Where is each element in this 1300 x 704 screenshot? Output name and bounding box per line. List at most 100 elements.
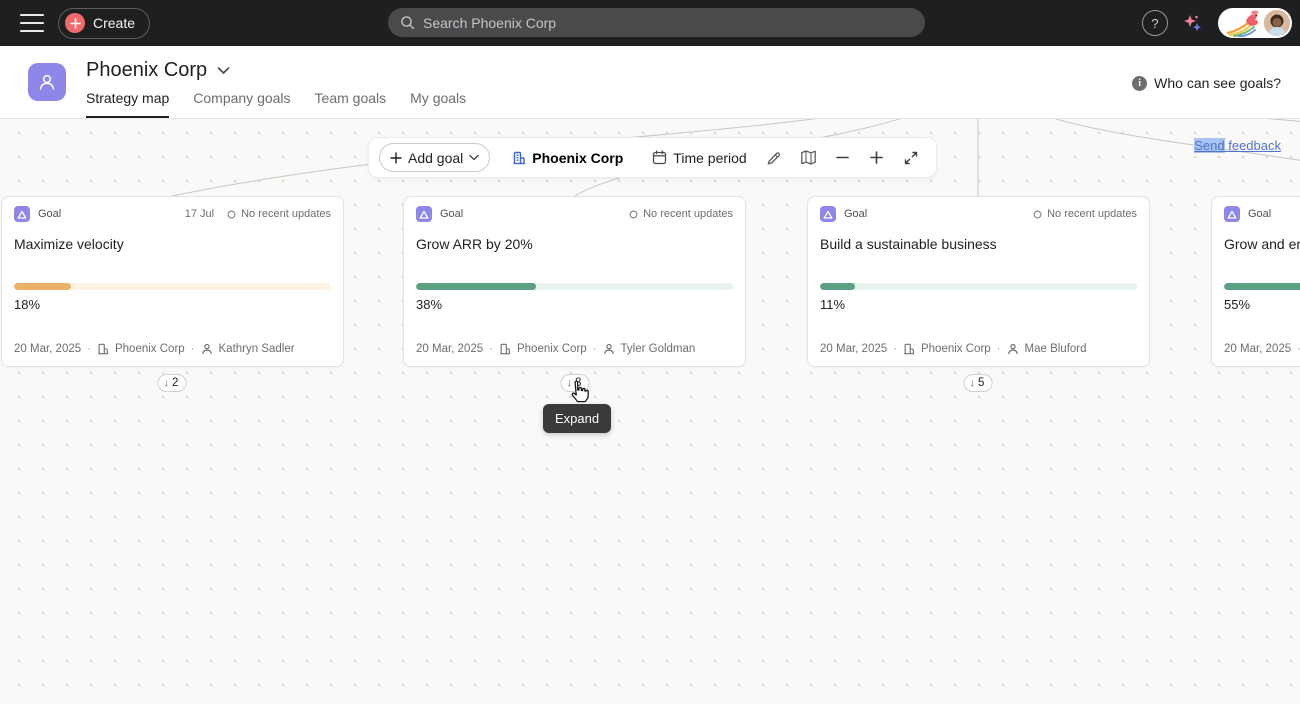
page-header: Phoenix Corp Strategy map Company goals …	[0, 46, 1300, 119]
goal-owner-label: Mae Bluford	[1025, 343, 1087, 355]
workspace-avatar-icon[interactable]	[28, 63, 66, 101]
goal-badge-label: Goal	[844, 208, 867, 220]
top-bar: Create Search Phoenix Corp ?	[0, 0, 1300, 46]
goal-start-date: 20 Mar, 2025	[14, 343, 81, 355]
tab-my-goals[interactable]: My goals	[410, 90, 466, 118]
goal-badge-label: Goal	[440, 208, 463, 220]
account-avatar-button[interactable]	[1218, 8, 1292, 38]
expand-children-button[interactable]: ↓8	[561, 374, 590, 392]
create-button[interactable]: Create	[58, 8, 150, 39]
search-input[interactable]: Search Phoenix Corp	[388, 8, 925, 37]
goal-card-header: Goal	[1224, 206, 1300, 222]
goal-title: Build a sustainable business	[820, 236, 997, 252]
owner-icon	[201, 343, 213, 355]
goal-owner-label: Kathryn Sadler	[219, 343, 295, 355]
goal-progress-bar	[820, 283, 1137, 290]
add-goal-label: Add goal	[408, 150, 463, 166]
zoom-in-button[interactable]	[862, 143, 892, 172]
expand-children-button[interactable]: ↓5	[964, 374, 993, 392]
goal-start-date: 20 Mar, 2025	[820, 343, 887, 355]
workspace-title-dropdown[interactable]: Phoenix Corp	[86, 59, 230, 82]
dot-separator: ·	[593, 343, 597, 355]
goal-card[interactable]: Goal Grow and enga 55% 20 Mar, 2025 · ·	[1211, 196, 1300, 367]
dot-separator: ·	[191, 343, 195, 355]
dot-separator: ·	[489, 343, 493, 355]
goal-card-header: Goal No recent updates	[820, 206, 1137, 222]
goal-badge-label: Goal	[1248, 208, 1271, 220]
goal-progress-fill	[14, 283, 71, 290]
goal-status-label: No recent updates	[1047, 208, 1137, 220]
tab-strategy-map[interactable]: Strategy map	[86, 90, 169, 118]
goal-badge-icon	[820, 206, 836, 222]
arrow-down-icon: ↓	[164, 378, 170, 389]
send-feedback-rest: feedback	[1225, 138, 1281, 153]
hamburger-menu-icon[interactable]	[20, 13, 44, 33]
expand-arrows-icon	[903, 150, 919, 166]
goal-progress-percent: 11%	[820, 297, 845, 312]
expand-tooltip: Expand	[543, 404, 611, 433]
tab-team-goals[interactable]: Team goals	[315, 90, 387, 118]
who-can-see-label: Who can see goals?	[1154, 75, 1281, 91]
status-circle-icon	[1033, 210, 1042, 219]
goal-status-label: No recent updates	[241, 208, 331, 220]
arrow-down-icon: ↓	[567, 378, 573, 389]
time-period-label: Time period	[673, 150, 746, 166]
goal-badge-label: Goal	[38, 208, 61, 220]
help-button[interactable]: ?	[1142, 10, 1168, 36]
goal-card-footer: 20 Mar, 2025 · Phoenix Corp · Tyler Gold…	[416, 343, 695, 355]
help-label: ?	[1151, 16, 1158, 31]
goal-badge-icon	[14, 206, 30, 222]
goal-start-date: 20 Mar, 2025	[416, 343, 483, 355]
page-title: Phoenix Corp	[86, 59, 207, 82]
goal-team-label: Phoenix Corp	[517, 343, 587, 355]
expand-children-button[interactable]: ↓2	[158, 374, 187, 392]
goal-card-footer: 20 Mar, 2025 · ·	[1224, 343, 1300, 355]
map-toolbar: Add goal Phoenix Corp Time period	[368, 137, 937, 178]
chevron-down-icon	[469, 154, 479, 161]
map-icon	[800, 149, 817, 166]
goal-progress-bar	[1224, 283, 1300, 290]
scope-filter-chip[interactable]: Phoenix Corp	[500, 143, 635, 172]
goal-title: Grow ARR by 20%	[416, 236, 533, 252]
goal-due-date: 17 Jul	[185, 208, 214, 220]
owner-icon	[603, 343, 615, 355]
expand-count-label: 8	[575, 377, 581, 389]
goal-progress-bar	[416, 283, 733, 290]
highlighter-icon	[766, 149, 783, 166]
time-period-button[interactable]: Time period	[643, 143, 755, 172]
scope-chip-label: Phoenix Corp	[532, 150, 623, 166]
goal-card[interactable]: Goal 17 Jul No recent updates Maximize v…	[1, 196, 344, 367]
ai-sparkle-icon[interactable]	[1180, 10, 1206, 36]
draw-annotation-button[interactable]	[760, 143, 790, 172]
dot-separator: ·	[893, 343, 897, 355]
send-feedback-link[interactable]: Send feedback	[1194, 138, 1281, 153]
arrow-down-icon: ↓	[970, 378, 976, 389]
calendar-icon	[652, 150, 667, 165]
goal-owner-label: Tyler Goldman	[621, 343, 696, 355]
who-can-see-goals-link[interactable]: i Who can see goals?	[1132, 75, 1281, 91]
dot-separator: ·	[87, 343, 91, 355]
minimap-button[interactable]	[794, 143, 824, 172]
tab-company-goals[interactable]: Company goals	[193, 90, 290, 118]
plus-icon	[390, 152, 402, 164]
team-icon	[903, 343, 915, 355]
zoom-out-button[interactable]	[828, 143, 858, 172]
strategy-map-canvas[interactable]: Add goal Phoenix Corp Time period Send f…	[0, 119, 1300, 704]
status-circle-icon	[629, 210, 638, 219]
goal-progress-fill	[1224, 283, 1300, 290]
expand-count-label: 2	[172, 377, 178, 389]
goal-progress-fill	[416, 283, 536, 290]
goal-card[interactable]: Goal No recent updates Grow ARR by 20% 3…	[403, 196, 746, 367]
goal-title: Maximize velocity	[14, 236, 124, 252]
goal-start-date: 20 Mar, 2025	[1224, 343, 1291, 355]
goal-badge-icon	[1224, 206, 1240, 222]
organization-icon	[512, 151, 526, 165]
user-avatar	[1264, 10, 1290, 36]
goal-card[interactable]: Goal No recent updates Build a sustainab…	[807, 196, 1150, 367]
goal-card-header: Goal 17 Jul No recent updates	[14, 206, 331, 222]
expand-tooltip-label: Expand	[555, 411, 599, 426]
fullscreen-button[interactable]	[896, 143, 926, 172]
goal-card-header: Goal No recent updates	[416, 206, 733, 222]
add-goal-button[interactable]: Add goal	[379, 143, 490, 172]
team-icon	[97, 343, 109, 355]
